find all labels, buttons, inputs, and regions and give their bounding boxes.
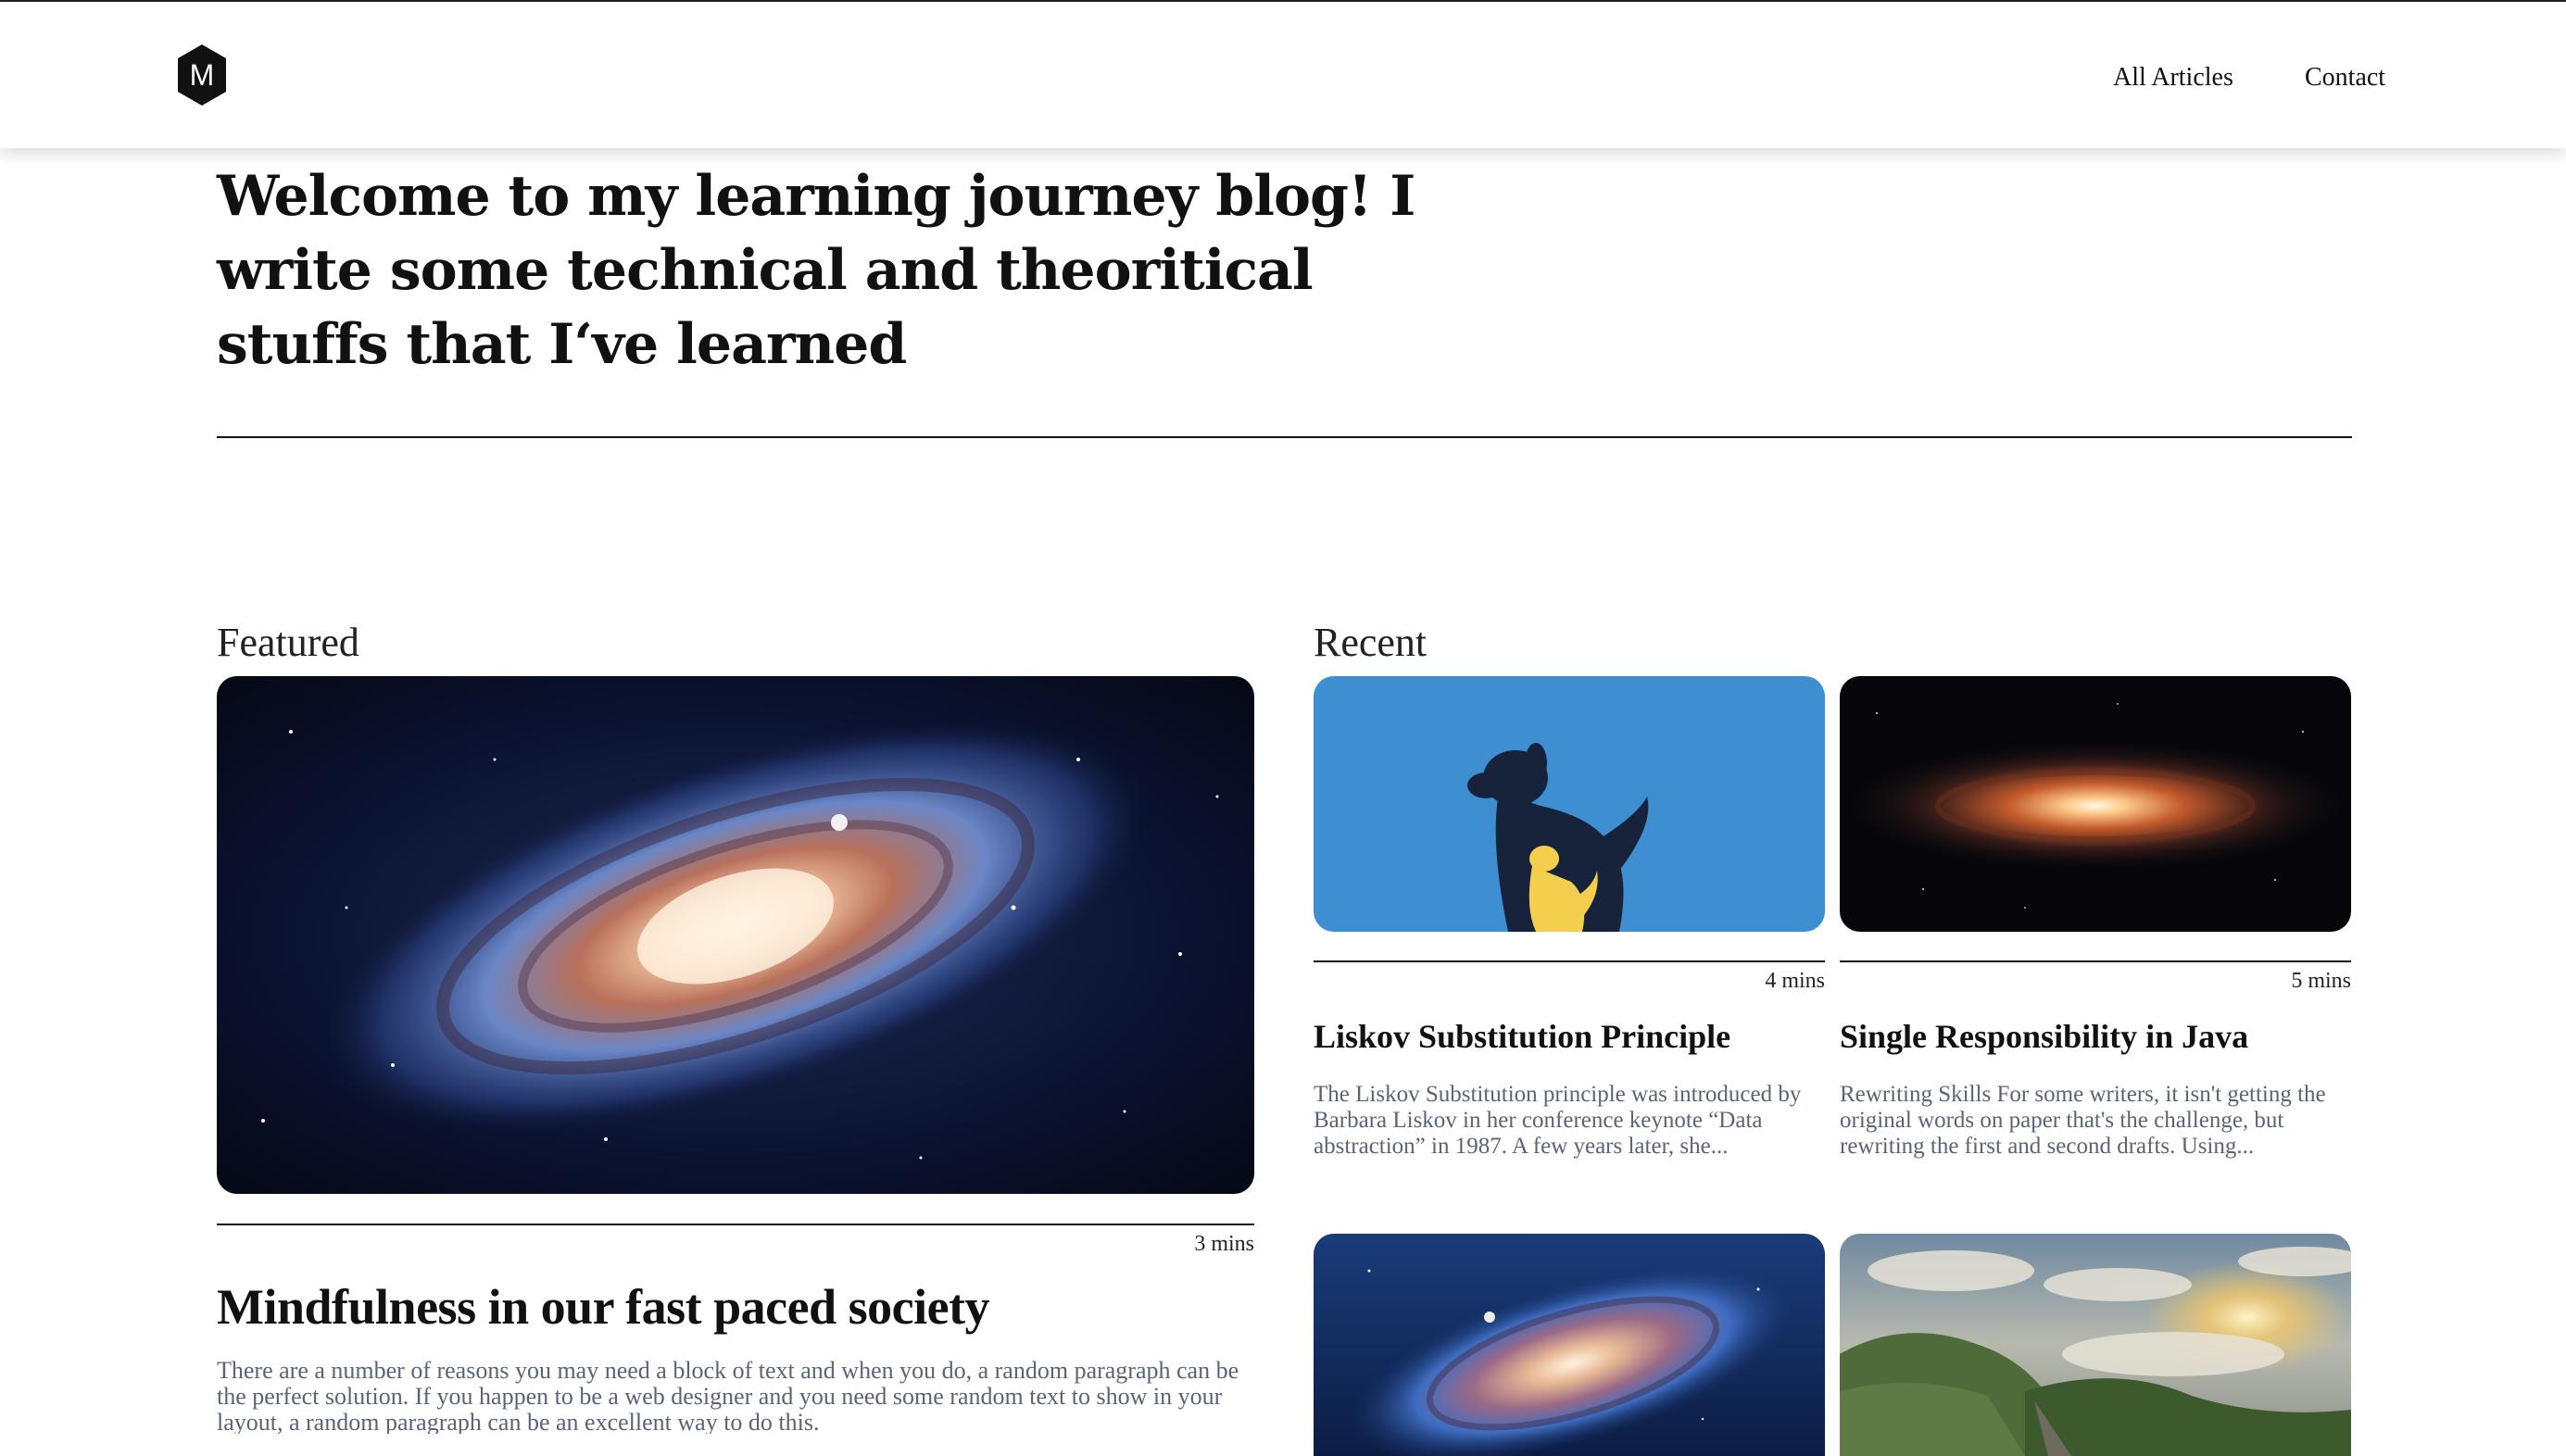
featured-divider [217, 1224, 1254, 1225]
galaxy-image [217, 676, 1254, 1194]
recent-article-2-excerpt: Rewriting Skills For some writers, it is… [1840, 1082, 2326, 1159]
mountain-landscape-image [1840, 1234, 2351, 1456]
recent-section-title: Recent [1314, 620, 1428, 665]
recent-article-2-read-time: 5 mins [2291, 969, 2351, 993]
nav-link-contact[interactable]: Contact [2305, 63, 2385, 93]
recent-article-1-image[interactable] [1314, 676, 1825, 932]
recent-article-2-title[interactable]: Single Responsibility in Java [1840, 1017, 2248, 1056]
featured-article-excerpt: There are a number of reasons you may ne… [217, 1358, 1239, 1434]
nav-link-all-articles[interactable]: All Articles [2113, 63, 2233, 93]
featured-section-title: Featured [217, 620, 359, 665]
recent-article-2-image[interactable] [1840, 676, 2351, 932]
dog-cat-silhouette-image [1314, 676, 1825, 932]
dark-galaxy-image [1840, 676, 2351, 932]
hero-divider [217, 436, 2352, 438]
navbar: M All Articles Contact [0, 2, 2566, 148]
featured-article-title[interactable]: Mindfulness in our fast paced society [217, 1278, 990, 1336]
blue-galaxy-image [1314, 1234, 1825, 1456]
recent-article-1-divider [1314, 960, 1825, 962]
logo-icon: M [178, 44, 226, 106]
featured-read-time: 3 mins [1194, 1232, 1254, 1256]
svg-text:M: M [190, 58, 215, 92]
recent-article-1-read-time: 4 mins [1765, 969, 1825, 993]
featured-article-image[interactable] [217, 676, 1254, 1194]
recent-article-4-image[interactable] [1840, 1234, 2351, 1456]
hero-title: Welcome to my learning journey blog! I w… [217, 164, 1415, 377]
recent-article-1-title[interactable]: Liskov Substitution Principle [1314, 1017, 1730, 1056]
recent-article-2-divider [1840, 960, 2351, 962]
recent-article-1-excerpt: The Liskov Substitution principle was in… [1314, 1082, 1802, 1159]
recent-article-3-image[interactable] [1314, 1234, 1825, 1456]
